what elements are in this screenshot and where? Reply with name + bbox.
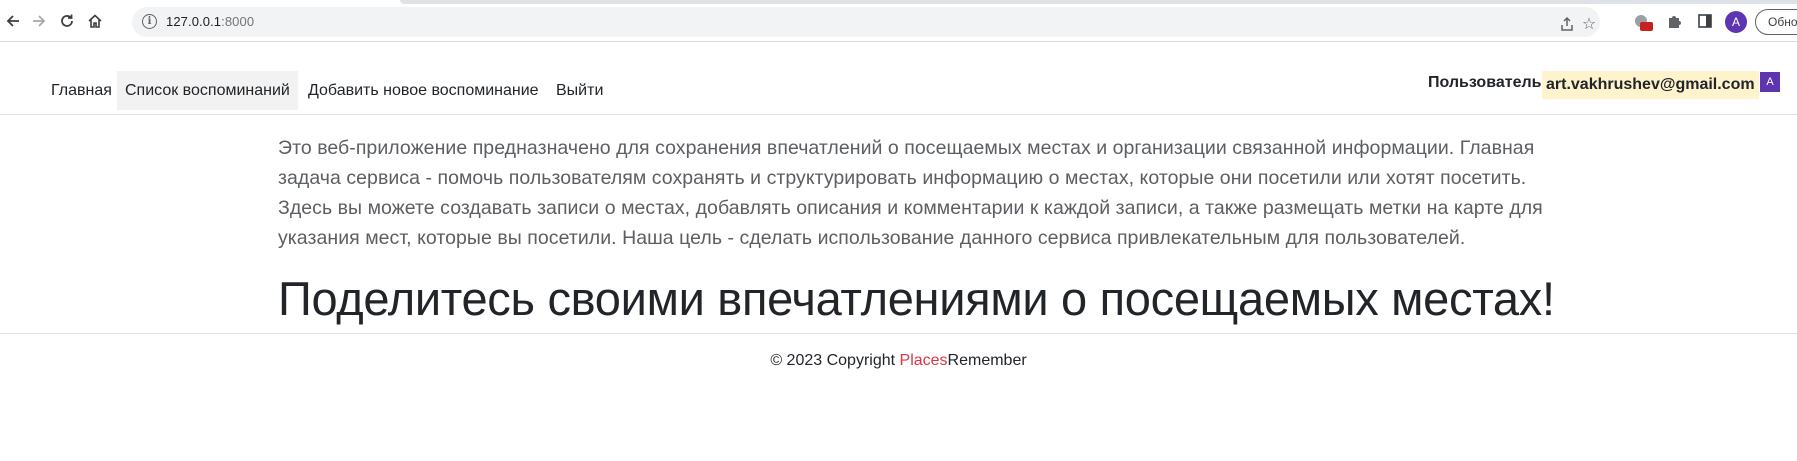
forward-arrow-icon[interactable]: [28, 10, 50, 32]
user-label: Пользователь:: [1428, 74, 1547, 91]
puzzle-icon[interactable]: [1663, 10, 1685, 32]
side-panel-icon[interactable]: [1694, 10, 1716, 32]
home-icon[interactable]: [84, 10, 106, 32]
browser-toolbar: i 127.0.0.1:8000 ☆ A Обно: [0, 0, 1797, 42]
address-bar[interactable]: i 127.0.0.1:8000 ☆: [132, 7, 1600, 37]
footer-copyright: © 2023 Copyright: [770, 352, 900, 369]
intro-paragraph: Это веб-приложение предназначено для сох…: [278, 137, 1543, 249]
page-headline: Поделитесь своими впечатлениями о посеща…: [278, 272, 1555, 325]
footer-brand-remember: Remember: [947, 352, 1027, 369]
reload-icon[interactable]: [56, 10, 78, 32]
main-content: Это веб-приложение предназначено для сох…: [278, 133, 1568, 329]
star-icon[interactable]: ☆: [1578, 13, 1600, 35]
nav-home-link[interactable]: Главная: [43, 71, 120, 110]
site-navbar: Главная Список воспоминаний Добавить нов…: [0, 71, 1797, 115]
tab-strip: [400, 0, 1797, 4]
nav-memories-list-link[interactable]: Список воспоминаний: [117, 71, 298, 110]
user-avatar: A: [1760, 72, 1780, 92]
nav-add-memory-link[interactable]: Добавить новое воспоминание: [300, 71, 547, 110]
nav-logout-link[interactable]: Выйти: [548, 71, 611, 110]
footer-brand-places: Places: [899, 352, 948, 369]
footer: © 2023 Copyright PlacesRemember: [0, 333, 1797, 370]
back-arrow-icon[interactable]: [2, 10, 24, 32]
extension-badge: [1640, 22, 1653, 31]
user-email: art.vakhrushev@gmail.com: [1542, 71, 1759, 99]
url-text: 127.0.0.1:8000: [166, 14, 255, 29]
share-icon[interactable]: [1556, 13, 1578, 35]
profile-avatar[interactable]: A: [1725, 11, 1747, 33]
update-button[interactable]: Обно: [1755, 9, 1797, 35]
info-icon[interactable]: i: [142, 14, 157, 29]
